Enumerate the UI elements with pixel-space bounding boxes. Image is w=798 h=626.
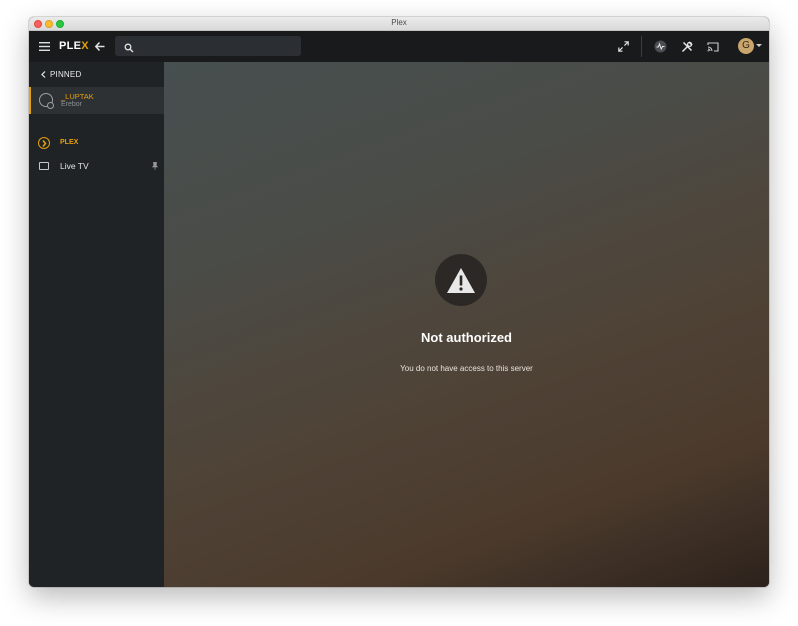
plex-chevron-icon — [38, 137, 50, 149]
tv-icon — [39, 162, 49, 170]
server-status-icon — [47, 102, 54, 109]
pin-icon[interactable] — [152, 162, 158, 170]
fullscreen-icon[interactable] — [616, 39, 631, 54]
pinned-header[interactable]: PINNED — [41, 70, 81, 79]
server-subtitle: Erebor — [61, 101, 83, 108]
sidebar: PINNED _LUPTAK Erebor PLEX Live TV — [29, 62, 164, 587]
sidebar-item-label: PLEX — [60, 139, 79, 146]
main-content: Not authorized You do not have access to… — [164, 62, 769, 587]
sidebar-item-server[interactable]: _LUPTAK Erebor — [29, 87, 164, 114]
avatar[interactable]: G — [738, 38, 754, 54]
sidebar-item-live-tv[interactable]: Live TV — [29, 158, 164, 174]
sidebar-item-plex[interactable]: PLEX — [29, 135, 164, 151]
activity-icon[interactable] — [653, 39, 668, 54]
title-bar: Plex — [29, 17, 769, 31]
search-input[interactable] — [141, 38, 291, 54]
pinned-label: PINNED — [50, 70, 82, 79]
search-box[interactable] — [115, 36, 301, 56]
error-message: You do not have access to this server — [400, 364, 533, 373]
back-arrow-icon[interactable] — [92, 39, 107, 54]
server-name: _LUPTAK — [61, 92, 94, 101]
sidebar-item-label: Live TV — [60, 161, 89, 171]
menu-icon[interactable] — [37, 39, 52, 54]
chevron-left-icon — [41, 71, 46, 78]
top-navigation-bar: PLEX G — [29, 31, 769, 62]
settings-icon[interactable] — [679, 39, 694, 54]
error-title: Not authorized — [421, 330, 512, 345]
window-title: Plex — [391, 18, 407, 27]
search-icon — [124, 40, 136, 53]
app-window: Plex PLEX G PINNED _LUPTAK Erebor PLEX L… — [29, 17, 769, 587]
warning-icon — [435, 254, 487, 306]
cast-icon[interactable] — [705, 39, 720, 54]
toolbar-divider — [641, 36, 642, 57]
chevron-down-icon[interactable] — [756, 44, 762, 47]
plex-logo[interactable]: PLEX — [59, 40, 89, 52]
